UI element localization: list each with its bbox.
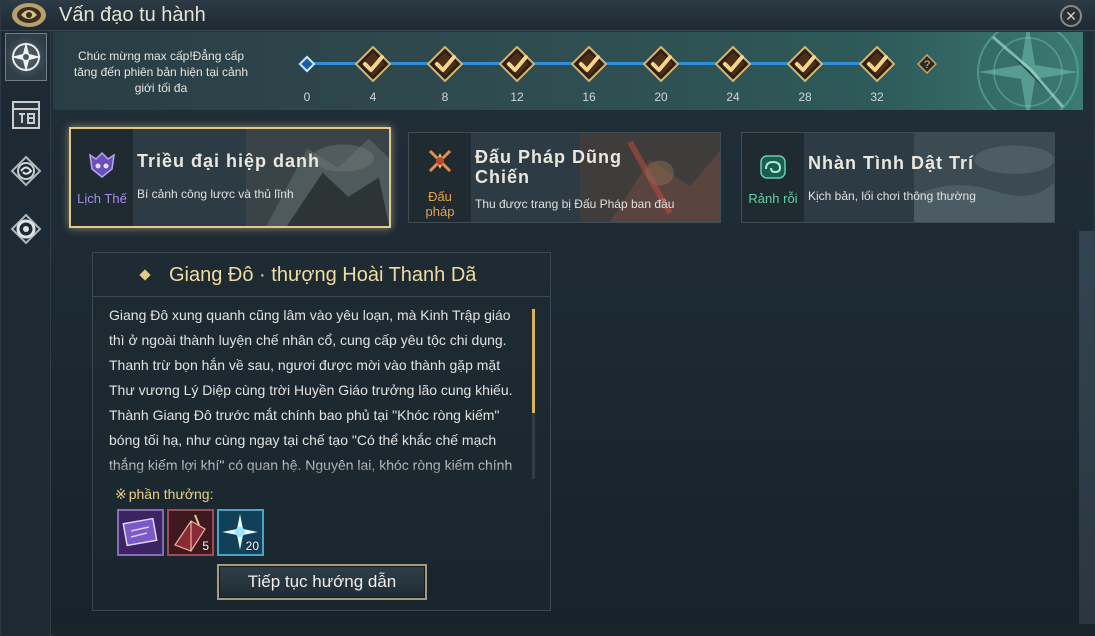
sidenav-item-calendar[interactable]	[5, 91, 47, 139]
swirl-icon	[10, 155, 42, 187]
story-scroll-thumb[interactable]	[532, 309, 535, 413]
mode-card-lich-the[interactable]: Lịch Thế Triều đại hiệp danh Bí cảnh côn…	[69, 127, 391, 228]
game-logo-icon	[12, 3, 46, 27]
mode-tag-label: Rảnh rỗi	[748, 191, 798, 206]
window-title: Vấn đạo tu hành	[59, 4, 206, 26]
progress-node-check-icon[interactable]	[499, 46, 535, 82]
mode-tag-label: Lịch Thế	[77, 191, 127, 206]
background-edge	[1079, 231, 1094, 631]
mode-description: Bí cảnh công lược và thủ lĩnh	[137, 187, 294, 201]
progress-node-label: 0	[303, 90, 311, 104]
progress-node-check-icon[interactable]	[571, 46, 607, 82]
progress-node-check-icon[interactable]	[787, 46, 823, 82]
reward-quantity: 5	[202, 539, 209, 553]
progress-node-label: 28	[798, 90, 812, 104]
reward-item[interactable]	[117, 509, 164, 556]
progress-node-label: 16	[582, 90, 596, 104]
sidenav-item-ring[interactable]	[5, 205, 47, 253]
reward-item[interactable]: 20	[217, 509, 264, 556]
close-button[interactable]: ✕	[1060, 5, 1082, 27]
story-header: Giang Đô · thượng Hoài Thanh Dã	[93, 253, 550, 297]
progress-node-check-icon[interactable]	[355, 46, 391, 82]
bottom-strip	[53, 624, 1095, 636]
max-level-message: Chúc mừng max cấp!Đẳng cấp tăng đến phiê…	[73, 49, 249, 95]
progress-node-label: 8	[441, 90, 449, 104]
quest-window: Vấn đạo tu hành ✕ Chúc mừng max cấp!Đẳng…	[0, 0, 1095, 636]
diamond-bullet-icon	[139, 269, 151, 281]
story-description[interactable]: Giang Đô xung quanh cũng lâm vào yêu loạ…	[109, 303, 527, 483]
mode-tag-label: Đấu pháp	[425, 189, 455, 219]
ring-icon	[10, 213, 42, 245]
mode-card-dau-phap[interactable]: Đấu pháp Đấu Pháp Dũng Chiến Thu được tr…	[408, 132, 721, 223]
reward-mark-icon: ※	[115, 486, 127, 502]
mode-title: Nhàn Tình Dật Trí	[808, 153, 975, 173]
mode-description: Thu được trang bị Đấu Pháp ban đầu	[475, 197, 675, 211]
progress-node-check-icon[interactable]	[643, 46, 679, 82]
sidenav-item-swirl[interactable]	[5, 147, 47, 195]
progress-node-check-icon[interactable]	[859, 46, 895, 82]
reward-quantity: 20	[245, 539, 259, 553]
calendar-icon	[12, 101, 40, 129]
compass-decoration-icon	[977, 32, 1079, 110]
story-panel: Giang Đô · thượng Hoài Thanh Dã Giang Đô…	[92, 252, 551, 611]
mode-art-image	[913, 133, 1054, 222]
reward-item[interactable]: 5	[167, 509, 214, 556]
title-bar: Vấn đạo tu hành ✕	[1, 1, 1095, 31]
reward-label: ※ phần thưởng:	[115, 486, 213, 503]
mask-icon	[89, 151, 115, 178]
progress-node-label: 4	[369, 90, 377, 104]
continue-guide-button[interactable]: Tiếp tục hướng dẫn	[217, 564, 427, 600]
progress-node-check-icon[interactable]	[715, 46, 751, 82]
story-title: Giang Đô · thượng Hoài Thanh Dã	[169, 264, 477, 286]
level-progress-bar: Chúc mừng max cấp!Đẳng cấp tăng đến phiê…	[53, 32, 1083, 110]
mode-description: Kịch bản, lối chơi thông thường	[808, 189, 976, 203]
cloud-swirl-icon	[760, 155, 786, 179]
treasure-scroll-icon	[119, 511, 162, 554]
mode-card-ranh-roi[interactable]: Rảnh rỗi Nhàn Tình Dật Trí Kịch bản, lối…	[741, 132, 1055, 223]
progress-node-label: 32	[870, 90, 884, 104]
text-fade-overlay	[109, 458, 529, 486]
progress-node-label: 24	[726, 90, 740, 104]
sidenav-item-compass[interactable]	[5, 33, 47, 81]
reward-label-text: phần thưởng:	[128, 486, 214, 502]
mode-title: Triều đại hiệp danh	[137, 151, 321, 171]
progress-node-label: 20	[654, 90, 668, 104]
story-scrollbar[interactable]	[532, 309, 535, 479]
progress-node-check-icon[interactable]	[427, 46, 463, 82]
mode-art-image	[245, 129, 389, 226]
mode-title: Đấu Pháp Dũng Chiến	[475, 147, 622, 187]
crossed-swords-icon	[428, 149, 452, 173]
side-navigation	[1, 31, 51, 636]
compass-icon	[11, 42, 41, 72]
progress-node-start	[298, 55, 316, 73]
locked-node-symbol: ?	[924, 59, 930, 71]
progress-node-label: 12	[510, 90, 524, 104]
